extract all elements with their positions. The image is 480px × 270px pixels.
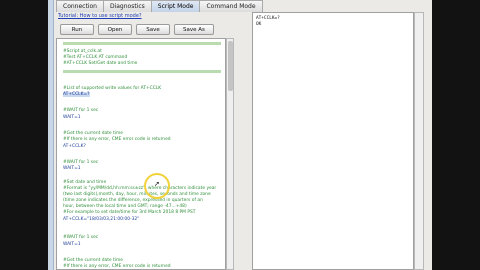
response-output: AT+CCLK=? OK — [252, 12, 414, 270]
script-line: #WAIT for 1 sec — [63, 235, 99, 240]
video-bezel-left — [0, 0, 48, 270]
script-line: hour, between the local time and GMT; ra… — [63, 204, 187, 209]
script-line: #WAIT for 1 sec — [63, 108, 99, 113]
mouse-pointer-icon: ➚ — [154, 180, 160, 188]
open-button[interactable]: Open — [98, 24, 132, 35]
tab-diagnostics[interactable]: Diagnostics — [102, 0, 152, 12]
script-editor[interactable]: #Script at_cclk.at #Test AT+CCLK AT comm… — [56, 38, 226, 270]
script-line: #Test AT+CCLK AT command — [63, 55, 128, 60]
script-line: WAIT=1 — [63, 115, 81, 120]
tutorial-link[interactable]: Tutorial: How to use script mode? — [58, 13, 142, 19]
script-line: (time zone indicates the difference, exp… — [63, 198, 203, 203]
script-line: WAIT=1 — [63, 166, 81, 171]
script-line: AT+CCLK? — [63, 144, 86, 149]
run-button[interactable]: Run — [60, 24, 94, 35]
script-line: #WAIT for 1 sec — [63, 160, 99, 165]
script-line: (two last digits),month, day, hour, minu… — [63, 192, 211, 197]
video-bezel-right — [432, 0, 480, 270]
script-line: #Set date and time — [63, 180, 107, 185]
script-line: #List of supported write values for AT+C… — [63, 86, 162, 91]
script-toolbar: Run Open Save Save As — [60, 24, 236, 36]
output-scrollbar[interactable] — [414, 12, 424, 270]
script-line: #Get the current date time — [63, 258, 123, 263]
save-as-button[interactable]: Save As — [174, 24, 214, 35]
script-line: #Get the current date time — [63, 131, 123, 136]
window-border — [48, 0, 54, 270]
tab-script-mode[interactable]: Script Mode — [150, 0, 201, 12]
script-line: AT+CCLK=? — [63, 92, 90, 97]
editor-scrollbar[interactable] — [226, 38, 234, 270]
editor-scrollbar-thumb[interactable] — [228, 41, 233, 91]
save-button[interactable]: Save — [136, 24, 170, 35]
script-line: #Script at_cclk.at — [63, 49, 102, 54]
script-line: #AT+CCLK Set/Get date and time — [63, 61, 138, 66]
script-line: #Format is "yy/MM/dd,hh:mm:ss±zz", where… — [63, 186, 217, 191]
tab-connection[interactable]: Connection — [56, 0, 104, 12]
script-line: #For example to set date/time for 3rd Ma… — [63, 210, 196, 215]
tab-command-mode[interactable]: Command Mode — [199, 0, 263, 12]
output-line: AT+CCLK=? — [256, 16, 280, 21]
separator-line — [63, 42, 221, 45]
output-line: OK — [256, 22, 262, 27]
tab-bar: Connection Diagnostics Script Mode Comma… — [56, 0, 263, 12]
script-line: WAIT=1 — [63, 242, 81, 247]
app-window: Connection Diagnostics Script Mode Comma… — [48, 0, 432, 270]
separator-line — [63, 70, 221, 73]
script-line: #If there is any error, CME error code i… — [63, 137, 171, 142]
script-line: AT+CCLK="18/03/03,21:00:00-32" — [63, 217, 140, 222]
script-line: #If there is any error, CME error code i… — [63, 264, 171, 269]
